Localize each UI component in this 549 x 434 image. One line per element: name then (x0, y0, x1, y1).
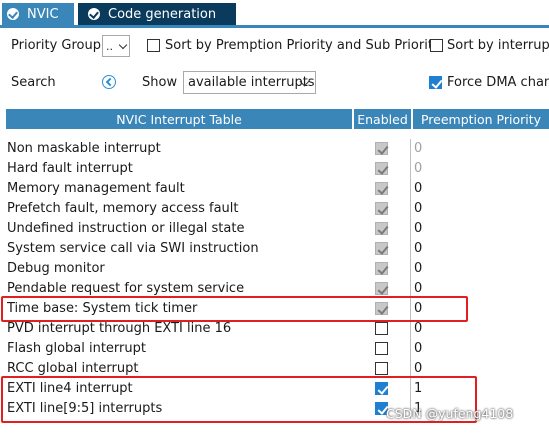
table-row[interactable]: System service call via SWI instruction 0 (0, 239, 549, 259)
priority-group-label: Priority Group (11, 38, 101, 53)
tab-code-generation[interactable]: Code generation (78, 3, 236, 25)
interrupt-name: Debug monitor (7, 261, 105, 276)
interrupt-name: PVD interrupt through EXTI line 16 (7, 321, 232, 336)
force-dma-label: Force DMA chan (447, 75, 549, 90)
interrupt-name: Undefined instruction or illegal state (7, 221, 245, 236)
sort-by-interrupts-label: Sort by interrupts (447, 38, 549, 53)
enabled-checkbox (375, 162, 388, 175)
tab-nvic[interactable]: NVIC (2, 3, 74, 25)
enabled-cell (375, 162, 388, 175)
preemption-priority-cell[interactable]: 0 (410, 179, 549, 199)
preemption-priority-cell[interactable]: 0 (410, 319, 549, 339)
interrupt-name: RCC global interrupt (7, 361, 139, 376)
tab-strip: NVIC Code generation (0, 0, 549, 28)
interrupt-name: Prefetch fault, memory access fault (7, 201, 239, 216)
column-header-preemption[interactable]: Preemption Priority (413, 109, 549, 129)
enabled-cell (375, 322, 388, 335)
enabled-cell (375, 262, 388, 275)
table-row[interactable]: Non maskable interrupt 0 (0, 139, 549, 159)
interrupt-name: Hard fault interrupt (7, 161, 133, 176)
show-value: available interrupts (188, 75, 315, 90)
interrupt-name: Flash global interrupt (7, 341, 146, 356)
enabled-cell (375, 362, 388, 375)
sort-by-preemption-checkbox[interactable] (147, 39, 160, 52)
search-back-icon[interactable] (102, 75, 116, 89)
sort-by-preemption-label: Sort by Premption Priority and Sub Prior… (165, 38, 441, 53)
enabled-checkbox (375, 262, 388, 275)
check-circle-icon (88, 8, 100, 20)
enabled-checkbox[interactable] (375, 362, 388, 375)
enabled-checkbox (375, 242, 388, 255)
highlight-box-systick (1, 296, 468, 322)
column-header-interrupt[interactable]: NVIC Interrupt Table (6, 109, 352, 129)
table-row[interactable]: PVD interrupt through EXTI line 16 0 (0, 319, 549, 339)
enabled-cell (375, 282, 388, 295)
table-row[interactable]: Prefetch fault, memory access fault 0 (0, 199, 549, 219)
enabled-cell (375, 242, 388, 255)
enabled-checkbox (375, 142, 388, 155)
show-select[interactable]: available interrupts (183, 71, 316, 94)
enabled-cell (375, 202, 388, 215)
enabled-cell (375, 142, 388, 155)
interrupt-name: Pendable request for system service (7, 281, 245, 296)
sort-by-interrupts-checkbox[interactable] (430, 39, 443, 52)
preemption-priority-cell: 0 (410, 159, 549, 179)
column-header-enabled[interactable]: Enabled (354, 109, 411, 129)
table-row[interactable]: Memory management fault 0 (0, 179, 549, 199)
interrupt-name: Memory management fault (7, 181, 185, 196)
chevron-down-icon (118, 40, 128, 50)
enabled-checkbox (375, 222, 388, 235)
interrupt-name: System service call via SWI instruction (7, 241, 259, 256)
table-row[interactable]: Flash global interrupt 0 (0, 339, 549, 359)
tab-underline (0, 25, 549, 28)
enabled-checkbox (375, 202, 388, 215)
check-circle-icon (7, 8, 19, 20)
enabled-cell (375, 182, 388, 195)
watermark: CSDN @yufeng4108 (386, 406, 514, 421)
table-row[interactable]: Undefined instruction or illegal state 0 (0, 219, 549, 239)
preemption-priority-cell: 0 (410, 139, 549, 159)
enabled-checkbox[interactable] (375, 342, 388, 355)
preemption-priority-cell[interactable]: 0 (410, 239, 549, 259)
priority-group-select[interactable]: .. (102, 35, 130, 57)
preemption-priority-cell[interactable]: 0 (410, 259, 549, 279)
show-label: Show (142, 75, 178, 90)
tab-code-generation-label: Code generation (108, 6, 217, 22)
enabled-cell (375, 222, 388, 235)
enabled-checkbox (375, 182, 388, 195)
nvic-table-header: NVIC Interrupt Table Enabled Preemption … (0, 109, 549, 129)
force-dma-checkbox[interactable] (429, 76, 442, 89)
interrupt-name: Non maskable interrupt (7, 141, 161, 156)
priority-group-value: .. (106, 39, 113, 53)
enabled-checkbox[interactable] (375, 322, 388, 335)
table-row[interactable]: Hard fault interrupt 0 (0, 159, 549, 179)
table-row[interactable]: Debug monitor 0 (0, 259, 549, 279)
preemption-priority-cell[interactable]: 0 (410, 199, 549, 219)
enabled-cell (375, 342, 388, 355)
tab-nvic-label: NVIC (27, 6, 59, 22)
enabled-checkbox (375, 282, 388, 295)
preemption-priority-cell[interactable]: 0 (410, 339, 549, 359)
preemption-priority-cell[interactable]: 0 (410, 219, 549, 239)
search-label: Search (11, 75, 56, 90)
